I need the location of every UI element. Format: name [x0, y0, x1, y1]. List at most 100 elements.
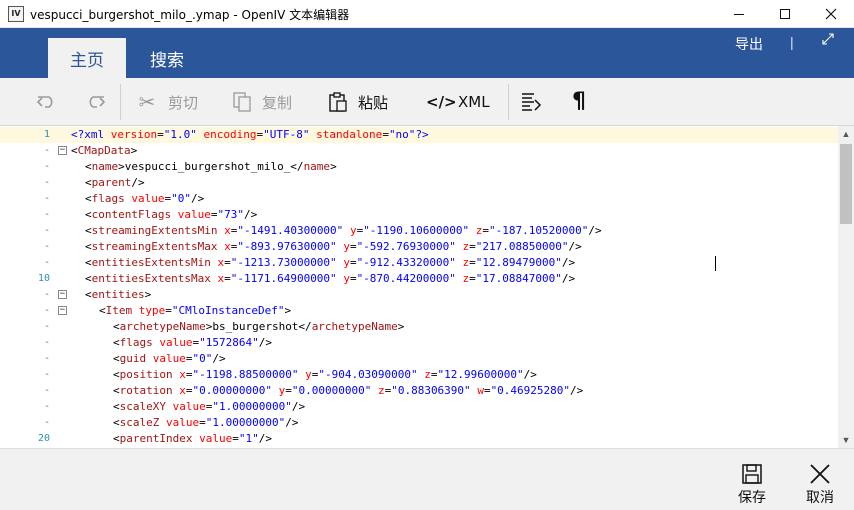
redo-button[interactable] [84, 90, 106, 114]
xml-token [469, 224, 476, 237]
code-line[interactable]: - <rotation x="0.00000000" y="0.00000000"… [0, 383, 838, 399]
code-line[interactable]: - <flags value="0"/> [0, 191, 838, 207]
code-line[interactable]: - <entitiesExtentsMin x="-1213.73000000" … [0, 255, 838, 271]
xml-token: entitiesExtentsMax [91, 272, 211, 285]
code-line[interactable]: - <scaleXY value="1.00000000"/> [0, 399, 838, 415]
tab-search[interactable]: 搜索 [128, 38, 206, 78]
scrollbar-thumb[interactable] [840, 144, 852, 224]
minimize-button[interactable] [716, 0, 762, 28]
code-line[interactable]: - − <Item type="CMloInstanceDef"> [0, 303, 838, 319]
code-line[interactable]: - <streamingExtentsMin x="-1491.40300000"… [0, 223, 838, 239]
xml-token: "-1213.73000000" [230, 256, 337, 269]
copy-label: 复制 [262, 93, 293, 112]
tab-home[interactable]: 主页 [48, 38, 126, 78]
line-number: - [43, 145, 50, 156]
code-line[interactable]: - <name>vespucci_burgershot_milo_</name> [0, 159, 838, 175]
code-line[interactable]: - <streamingExtentsMax x = "-893.97630000" … [0, 239, 838, 255]
code-line[interactable]: - <archetypeName>bs_burgershot</archetype… [0, 319, 838, 335]
openiv-app-icon: IV [8, 6, 24, 22]
fold-toggle-icon[interactable]: − [58, 146, 67, 155]
xml-token [132, 304, 139, 317]
pilcrow-icon: ¶ [572, 89, 586, 114]
xml-editor[interactable]: 1 <?xml version="1.0" encoding="UTF-8" st… [0, 126, 854, 448]
code-text: <parent/> [85, 175, 145, 191]
cut-button[interactable]: ✂ 剪切 [136, 90, 198, 114]
xml-token: streamingExtentsMin [91, 224, 218, 237]
xml-token: "12.99600000" [437, 368, 524, 381]
copy-button[interactable]: 复制 [232, 90, 292, 114]
xml-token: parent [91, 176, 132, 189]
xml-token: "-904.03090000" [318, 368, 418, 381]
paste-button[interactable]: 粘贴 [328, 90, 388, 114]
redo-icon [89, 96, 106, 108]
xml-token: "0.88306390" [391, 384, 471, 397]
show-whitespace-button[interactable]: ¶ [568, 90, 590, 114]
fold-toggle-icon[interactable]: − [58, 306, 67, 315]
toolbar: ✂ 剪切 复制 粘贴 </> XML ¶ [0, 78, 854, 126]
xml-token: /> [291, 400, 306, 413]
fold-toggle-icon[interactable]: − [58, 290, 67, 299]
text-caret [715, 256, 716, 271]
code-line[interactable]: - <parent/> [0, 175, 838, 191]
line-number: - [43, 369, 50, 380]
xml-token: archetypeName [311, 320, 398, 333]
xml-token: flags [91, 192, 125, 205]
code-line[interactable]: - <position x="-1198.88500000" y="-904.03… [0, 367, 838, 383]
save-label: 保存 [738, 490, 766, 506]
code-line[interactable]: - − <CMapData> [0, 143, 838, 159]
code-line[interactable]: - − <entities> [0, 287, 838, 303]
cancel-button[interactable]: 取消 [800, 461, 840, 507]
xml-token: < [85, 160, 92, 173]
scroll-down-arrow-icon[interactable]: ▼ [838, 432, 854, 448]
code-line[interactable]: 10 <entitiesExtentsMax x="-1171.64900000"… [0, 271, 838, 287]
xml-token: /> [243, 208, 258, 221]
code-line[interactable]: 20 <parentIndex value="1"/> [0, 431, 838, 447]
xml-token [371, 384, 378, 397]
xml-token: = [285, 384, 292, 397]
xml-token: /> [285, 416, 299, 429]
xml-token: value [152, 352, 186, 365]
line-number: 20 [37, 433, 50, 444]
maximize-button[interactable] [762, 0, 808, 28]
xml-token: = [469, 240, 476, 253]
xml-token: < [113, 400, 120, 413]
xml-token: "0.00000000" [291, 384, 372, 397]
header-separator: | [790, 34, 794, 50]
scissors-icon: ✂ [138, 90, 156, 114]
vertical-scrollbar[interactable]: ▲ ▼ [838, 126, 854, 448]
xml-button[interactable]: </> XML [426, 90, 490, 114]
code-line[interactable]: - <flags value="1572864"/> [0, 335, 838, 351]
scroll-up-arrow-icon[interactable]: ▲ [838, 126, 854, 142]
xml-token: "-1198.88500000" [192, 368, 299, 381]
xml-token: "12.89479000" [475, 256, 562, 269]
close-button[interactable] [808, 0, 854, 28]
format-button[interactable] [520, 90, 542, 114]
code-line[interactable]: - <contentFlags value="73"/> [0, 207, 838, 223]
export-button[interactable]: 导出 [735, 34, 763, 54]
code-line[interactable]: - <scaleZ value="1.00000000"/> [0, 415, 838, 431]
xml-token: "-592.76930000" [356, 240, 456, 253]
xml-token: = [483, 384, 491, 397]
save-button[interactable]: 保存 [732, 461, 772, 507]
xml-token: < [71, 144, 78, 157]
code-text: <parentIndex value="1"/> [113, 431, 272, 447]
expand-icon[interactable] [822, 32, 834, 48]
xml-token: type [138, 304, 166, 317]
code-line[interactable]: - <guid value="0"/> [0, 351, 838, 367]
undo-button[interactable] [36, 90, 58, 114]
xml-token: < [85, 192, 92, 205]
xml-token: "0" [192, 352, 213, 365]
xml-token: = [349, 256, 357, 269]
code-line[interactable]: 1 <?xml version="1.0" encoding="UTF-8" st… [0, 127, 838, 143]
line-number: - [43, 257, 50, 268]
xml-token: rotation [119, 384, 173, 397]
xml-token: /> [191, 192, 205, 205]
xml-token: = [157, 128, 164, 141]
copy-icon [233, 92, 251, 112]
xml-token: y [343, 272, 350, 285]
format-icon [522, 93, 542, 111]
xml-token: = [224, 272, 231, 285]
xml-token: name [303, 160, 331, 173]
window-title: vespucci_burgershot_milo_.ymap - OpenIV … [30, 8, 350, 22]
xml-token: "1.00000000" [212, 400, 292, 413]
